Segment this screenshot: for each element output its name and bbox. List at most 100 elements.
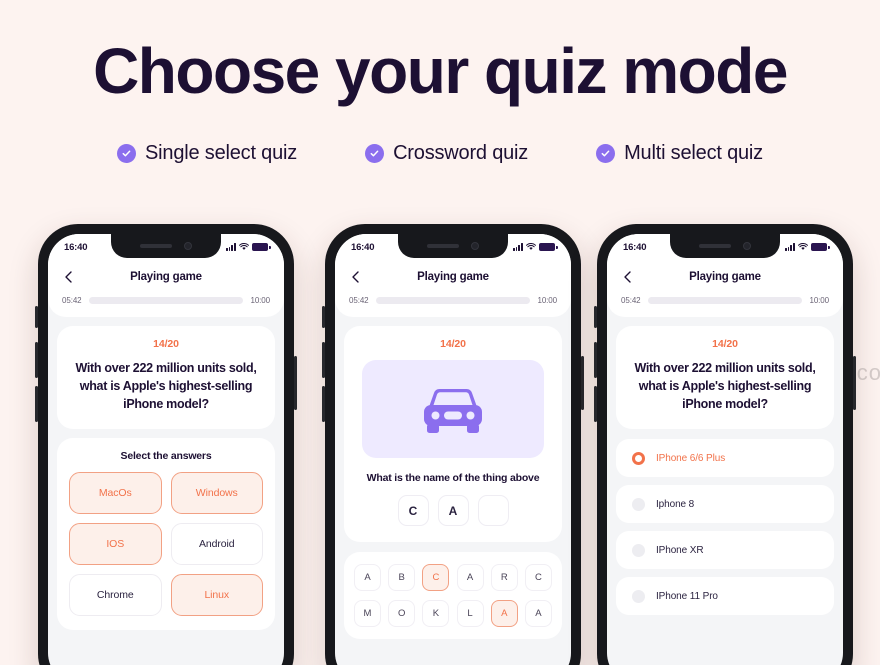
check-circle-icon: [365, 144, 385, 163]
mode-label: Single select quiz: [145, 142, 298, 164]
letter-key[interactable]: A: [524, 600, 552, 627]
phone-power-button[interactable]: [853, 356, 856, 410]
answer-chip[interactable]: IOS: [69, 523, 162, 566]
letter-key[interactable]: O: [388, 600, 416, 627]
elapsed-time: 05:42: [349, 296, 369, 305]
letter-key[interactable]: C: [524, 564, 552, 591]
total-time: 10:00: [250, 296, 270, 305]
phone-volume-up-button[interactable]: [322, 342, 325, 378]
nav-card: Playing game 05:42 10:00: [48, 260, 284, 317]
answer-slot[interactable]: A: [437, 495, 469, 526]
phone-mute-button[interactable]: [35, 306, 38, 328]
wifi-icon: [239, 243, 249, 251]
radio-selected-icon: [632, 451, 645, 465]
cellular-bars-icon: [225, 243, 236, 251]
question-counter: 14/20: [712, 338, 738, 350]
mode-label: Multi select quiz: [624, 142, 763, 164]
phone-power-button[interactable]: [294, 356, 297, 410]
mode-item-single-select[interactable]: Single select quiz: [117, 142, 297, 165]
check-circle-icon: [596, 144, 616, 163]
cellular-bars-icon: [784, 243, 795, 251]
answer-chip[interactable]: Chrome: [69, 574, 162, 617]
phone-single-select: 16:40 Playing game 05:42 10:00 14/20 Wit…: [35, 224, 297, 665]
letter-key[interactable]: B: [388, 564, 416, 591]
nav-card: Playing game 05:42 10:00: [335, 260, 571, 317]
question-counter: 14/20: [153, 338, 179, 350]
phone-notch: [398, 234, 508, 258]
option-row[interactable]: Iphone 8: [616, 485, 834, 524]
phone-mute-button[interactable]: [594, 306, 597, 328]
check-circle-icon: [117, 144, 137, 163]
letter-key[interactable]: R: [490, 564, 518, 591]
wifi-icon: [798, 243, 808, 251]
front-camera-icon: [471, 242, 479, 250]
answer-slot[interactable]: C: [397, 495, 429, 526]
phone-screen: 16:40 Playing game 05:42: [335, 234, 571, 665]
elapsed-time: 05:42: [621, 296, 641, 305]
option-row[interactable]: IPhone XR: [616, 531, 834, 570]
question-image: [362, 360, 544, 458]
battery-icon: [811, 243, 830, 251]
phone-mute-button[interactable]: [322, 306, 325, 328]
nav-title: Playing game: [130, 271, 202, 283]
crossword-card: 14/20 What is the name of the thing abov…: [344, 326, 562, 542]
elapsed-time: 05:42: [62, 296, 82, 305]
mode-item-crossword[interactable]: Crossword quiz: [365, 142, 528, 165]
status-icons: [512, 243, 558, 251]
question-card: 14/20 With over 222 million units sold, …: [616, 326, 834, 430]
nav-title: Playing game: [689, 271, 761, 283]
front-camera-icon: [184, 242, 192, 250]
radio-icon: [632, 589, 645, 603]
answer-slots: C A: [358, 495, 548, 526]
phone-volume-up-button[interactable]: [594, 342, 597, 378]
progress-bar: [88, 297, 244, 304]
phone-volume-down-button[interactable]: [594, 386, 597, 422]
status-time: 16:40: [623, 241, 647, 253]
mode-item-multi-select[interactable]: Multi select quiz: [596, 142, 763, 165]
progress-bar: [647, 297, 803, 304]
cellular-bars-icon: [512, 243, 523, 251]
answer-slot[interactable]: [477, 495, 509, 526]
answer-chip[interactable]: Windows: [170, 472, 263, 515]
progress-row: 05:42 10:00: [349, 296, 557, 305]
watermark-text: co: [856, 360, 880, 385]
question-text: With over 222 million units sold, what i…: [75, 361, 257, 412]
quiz-mode-showcase: Choose your quiz mode Single select quiz…: [0, 0, 880, 665]
letter-key[interactable]: K: [422, 600, 450, 627]
car-icon: [416, 381, 490, 437]
question-counter: 14/20: [440, 338, 466, 350]
status-time: 16:40: [64, 241, 88, 253]
phone-power-button[interactable]: [581, 356, 584, 410]
letter-key[interactable]: A: [354, 564, 381, 591]
letter-key[interactable]: L: [456, 600, 484, 627]
battery-icon: [539, 243, 558, 251]
nav-bar: Playing game: [62, 266, 270, 288]
wifi-icon: [526, 243, 536, 251]
option-list: IPhone 6/6 Plus Iphone 8 IPhone XR IPhon…: [616, 439, 834, 616]
total-time: 10:00: [537, 296, 557, 305]
answer-chip[interactable]: Android: [170, 523, 263, 566]
status-time: 16:40: [351, 241, 375, 253]
letter-key[interactable]: A: [490, 600, 518, 627]
earpiece-speaker-icon: [427, 244, 459, 248]
letter-key[interactable]: M: [354, 600, 381, 627]
phone-volume-up-button[interactable]: [35, 342, 38, 378]
answer-chip[interactable]: MacOs: [69, 472, 162, 515]
option-row[interactable]: IPhone 11 Pro: [616, 577, 834, 616]
phone-screen: 16:40 Playing game 05:42: [48, 234, 284, 665]
page-title: Choose your quiz mode: [93, 35, 788, 107]
front-camera-icon: [743, 242, 751, 250]
battery-icon: [252, 243, 271, 251]
option-row[interactable]: IPhone 6/6 Plus: [616, 439, 834, 478]
phone-volume-down-button[interactable]: [35, 386, 38, 422]
progress-row: 05:42 10:00: [62, 296, 270, 305]
phone-multi-select: 16:40 Playing game 05:42 10:00 14/20 Wit…: [594, 224, 856, 665]
nav-card: Playing game 05:42 10:00: [607, 260, 843, 317]
crossword-prompt: What is the name of the thing above: [366, 472, 540, 484]
option-label: IPhone 11 Pro: [656, 590, 718, 602]
letter-key[interactable]: C: [422, 564, 450, 591]
nav-title: Playing game: [417, 271, 489, 283]
answer-chip[interactable]: Linux: [170, 574, 263, 617]
phone-volume-down-button[interactable]: [322, 386, 325, 422]
letter-key[interactable]: A: [456, 564, 484, 591]
